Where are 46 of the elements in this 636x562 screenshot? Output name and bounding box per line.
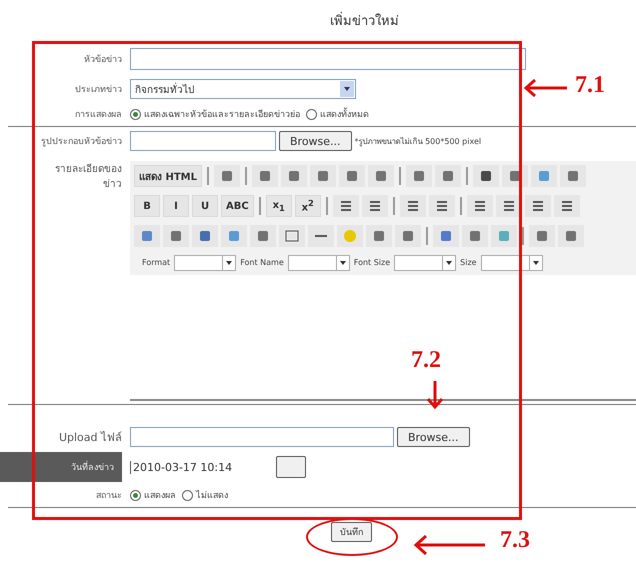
field-label: ประเภทข่าว bbox=[74, 84, 122, 96]
annotation-label: 7.1 bbox=[575, 72, 605, 99]
toolbar-button[interactable]: U bbox=[192, 195, 218, 217]
annotation-label: 7.3 bbox=[500, 527, 530, 554]
headline-field[interactable] bbox=[130, 48, 526, 70]
arrow bbox=[425, 380, 445, 410]
select-label: Format bbox=[142, 259, 170, 267]
radio-label: แสดงทั้งหมด bbox=[320, 107, 369, 121]
select-label: Size bbox=[460, 259, 477, 267]
radio-button[interactable] bbox=[182, 490, 193, 500]
radio-label: แสดงเฉพาะหัวข้อและรายละเอียดข่าวย่อ bbox=[144, 108, 300, 121]
browse-button[interactable]: Browse... bbox=[397, 427, 470, 447]
page-title: เพิ่มข่าวใหม่ bbox=[330, 10, 399, 31]
date-value: 2010-03-17 10:14 bbox=[130, 460, 273, 474]
toolbar-button[interactable]: B bbox=[134, 195, 160, 217]
field-label: วันที่ลงข่าว bbox=[0, 452, 122, 482]
category-select[interactable]: กิจกรรมทั่วไป bbox=[130, 79, 356, 99]
file-field[interactable] bbox=[130, 427, 394, 447]
radio-label: ไม่แสดง bbox=[196, 489, 228, 502]
toolbar-button[interactable]: ABC bbox=[221, 195, 254, 217]
field-label: หัวข้อข่าว bbox=[83, 54, 122, 66]
select-label: Font Name bbox=[240, 259, 284, 267]
field-label: รูปประกอบหัวข้อข่าว bbox=[40, 136, 122, 148]
radio-button[interactable] bbox=[130, 490, 141, 500]
field-sublabel: ข่าว bbox=[103, 179, 122, 190]
arrow bbox=[523, 78, 569, 98]
calendar-button[interactable] bbox=[276, 456, 306, 478]
table-icon[interactable] bbox=[284, 228, 300, 244]
radio-button[interactable] bbox=[130, 108, 141, 120]
radio-button[interactable] bbox=[306, 108, 317, 120]
font-select[interactable] bbox=[480, 255, 543, 271]
toolbar-button[interactable]: x$_{1}$ bbox=[266, 195, 292, 217]
select-label: Font Size bbox=[354, 259, 390, 267]
file-field[interactable] bbox=[130, 131, 276, 151]
annotation-label: 7.2 bbox=[411, 347, 441, 374]
hint-text: *รูปภาพขนาดไม่เกิน 500*500 pixel bbox=[354, 136, 482, 148]
toolbar-button[interactable]: x$^{2}$ bbox=[294, 195, 321, 217]
field-label: รายละเอียดของ bbox=[54, 162, 122, 176]
field-label: การแสดงผล bbox=[74, 109, 122, 121]
toolbar-button[interactable]: แสดง HTML bbox=[134, 165, 202, 187]
save-button[interactable]: บันทึก bbox=[331, 522, 372, 542]
radio-label: แสดงผล bbox=[144, 490, 176, 502]
toolbar-button[interactable]: I bbox=[163, 195, 189, 217]
field-label: Upload ไฟล์ bbox=[58, 430, 122, 446]
browse-button[interactable]: Browse... bbox=[279, 131, 352, 151]
field-label: สถานะ bbox=[95, 490, 122, 502]
